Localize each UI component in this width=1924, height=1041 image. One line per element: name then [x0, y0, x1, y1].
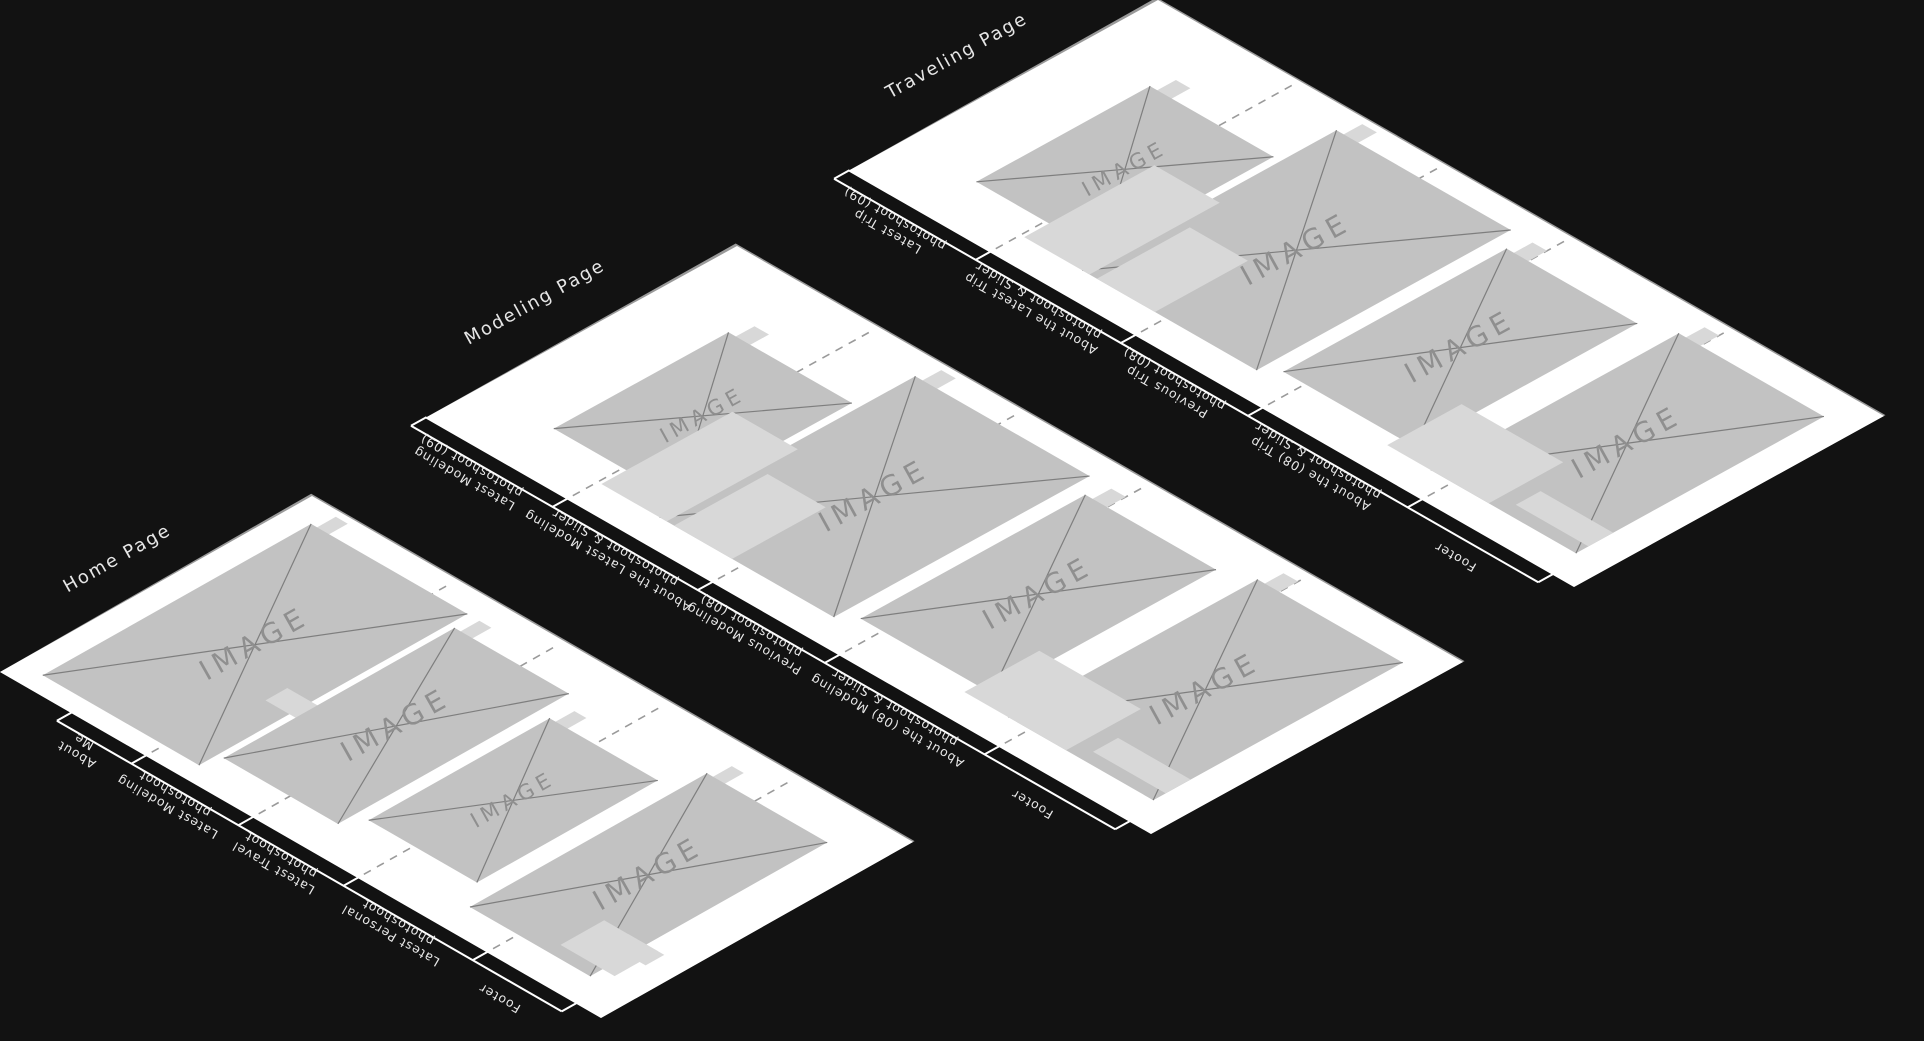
- section-tick: [343, 876, 360, 887]
- section-tick: [1407, 497, 1424, 509]
- section-tick: [975, 250, 992, 261]
- section-tick: [984, 744, 1001, 756]
- section-tick: [824, 653, 841, 664]
- section-label: AboutMe: [54, 725, 105, 772]
- section-tick: [1120, 333, 1137, 344]
- diagram-canvas: IMAGEIMAGEIMAGEIMAGEHome PageAboutMeLate…: [0, 0, 1886, 1018]
- section-tick: [1537, 572, 1555, 584]
- section-tick: [56, 711, 73, 722]
- section-tick: [130, 753, 148, 765]
- section-tick: [410, 416, 428, 427]
- section-tick: [552, 497, 569, 508]
- section-tick: [697, 580, 714, 591]
- section-tick: [561, 1001, 578, 1013]
- section-tick: [1247, 406, 1264, 417]
- wireframe-diagram: IMAGE IMAGE IMAGE IMAGE Home Page AboutMe Late…: [0, 0, 1924, 1037]
- section-tick: [237, 815, 255, 827]
- section-tick: [833, 169, 851, 180]
- section-tick: [1114, 819, 1132, 831]
- section-tick: [472, 950, 489, 962]
